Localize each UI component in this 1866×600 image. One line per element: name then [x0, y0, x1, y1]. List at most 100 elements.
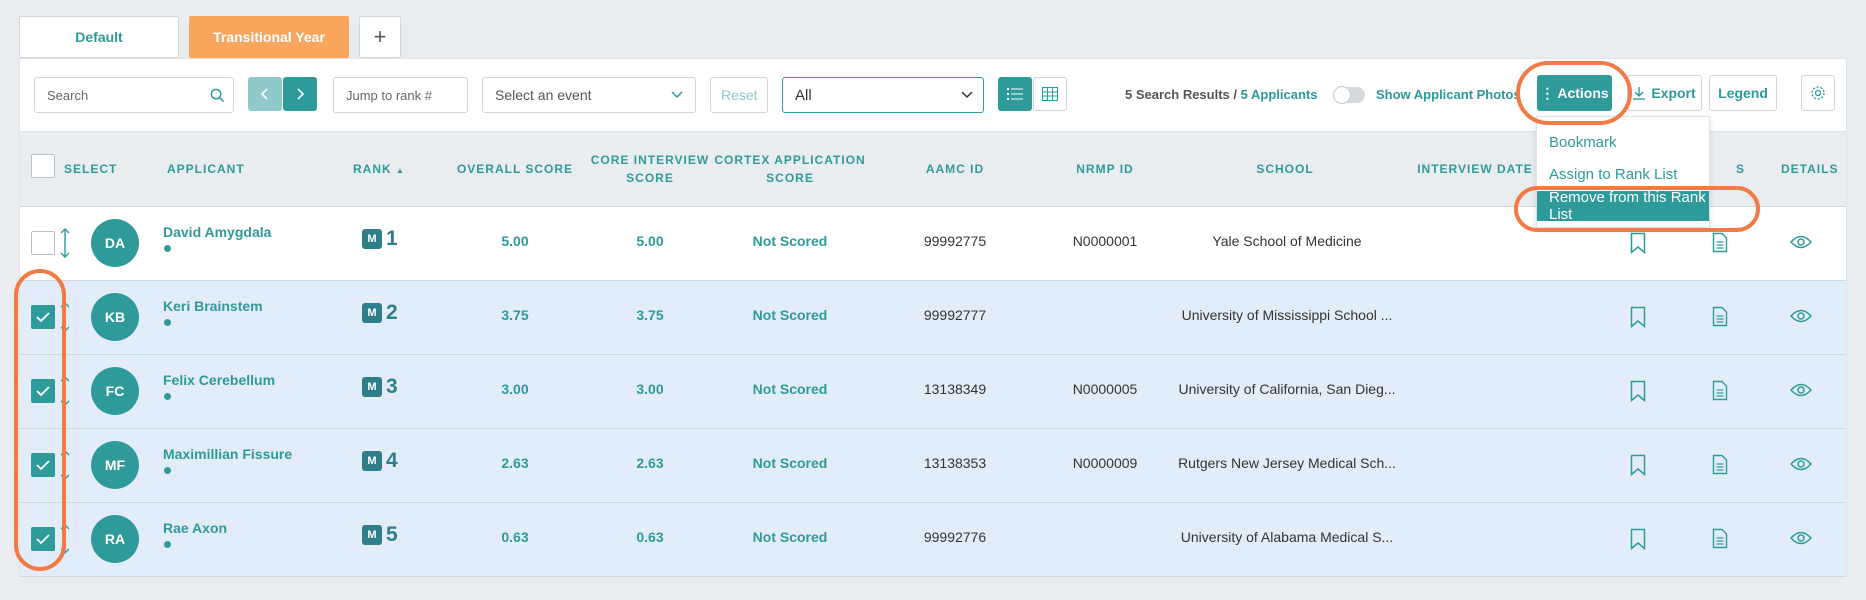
column-header-school[interactable]: SCHOOL	[1190, 160, 1380, 178]
column-header-notes: S	[1736, 162, 1746, 176]
match-badge: M	[362, 229, 382, 249]
core-interview-score: 2.63	[636, 455, 664, 471]
event-select[interactable]: Select an event	[482, 77, 696, 113]
cortex-score: Not Scored	[752, 529, 828, 545]
core-interview-score: 3.00	[636, 381, 664, 397]
document-icon[interactable]	[1712, 380, 1728, 401]
table-row[interactable]: FC Felix Cerebellum M 3 3.00 3.00 Not Sc…	[20, 355, 1846, 429]
search-icon	[210, 88, 225, 103]
column-header-cortex-score[interactable]: CORTEX APPLICATION SCORE	[710, 151, 870, 187]
show-photos-toggle[interactable]	[1333, 86, 1365, 104]
nrmp-id: N0000009	[1072, 455, 1138, 471]
settings-button[interactable]	[1801, 75, 1835, 111]
column-header-interview-date[interactable]: INTERVIEW DATE	[1400, 160, 1550, 178]
match-badge: M	[362, 525, 382, 545]
table-row[interactable]: MF Maximillian Fissure M 4 2.63 2.63 Not…	[20, 429, 1846, 503]
column-header-overall-score[interactable]: OVERALL SCORE	[450, 160, 580, 178]
column-header-details: DETAILS	[1781, 162, 1839, 176]
eye-icon[interactable]	[1790, 457, 1812, 471]
tab-transitional-year[interactable]: Transitional Year	[189, 16, 349, 58]
rank-number: 4	[386, 449, 398, 472]
rank-number: 2	[386, 301, 398, 324]
eye-icon[interactable]	[1790, 531, 1812, 545]
bookmark-icon[interactable]	[1630, 380, 1646, 402]
reset-button[interactable]: Reset	[710, 77, 768, 113]
core-interview-score: 0.63	[636, 529, 664, 545]
table-row[interactable]: RA Rae Axon M 5 0.63 0.63 Not Scored 999…	[20, 503, 1846, 577]
jump-to-rank-input[interactable]: Jump to rank #	[333, 77, 468, 113]
eye-icon[interactable]	[1790, 383, 1812, 397]
menu-item-bookmark[interactable]: Bookmark	[1537, 127, 1709, 157]
avatar: FC	[91, 367, 139, 415]
highlight-ring-actions	[1516, 61, 1632, 125]
column-header-aamc-id[interactable]: AAMC ID	[890, 160, 1020, 178]
highlight-ring-remove	[1514, 186, 1760, 232]
select-all-checkbox[interactable]	[31, 154, 55, 178]
applicants-link[interactable]: 5 Applicants	[1241, 87, 1318, 102]
overall-score: 2.63	[501, 455, 529, 471]
next-page-button[interactable]	[283, 77, 317, 111]
core-interview-score: 5.00	[636, 233, 664, 249]
filter-select[interactable]: All	[782, 77, 984, 113]
search-input[interactable]: Search	[34, 77, 234, 113]
match-badge: M	[362, 303, 382, 323]
school-name: University of Mississippi School ...	[1181, 307, 1393, 323]
chevron-down-icon	[671, 91, 683, 99]
avatar: DA	[91, 219, 139, 267]
applicant-name[interactable]: David Amygdala	[163, 224, 271, 240]
school-name: University of Alabama Medical S...	[1180, 529, 1394, 545]
cortex-line1: CORTEX APPLICATION	[714, 153, 866, 167]
document-icon[interactable]	[1712, 454, 1728, 475]
cortex-score: Not Scored	[752, 381, 828, 397]
prev-page-button[interactable]	[248, 77, 282, 111]
bookmark-icon[interactable]	[1630, 454, 1646, 476]
rank-number: 3	[386, 375, 398, 398]
column-header-core-interview-score[interactable]: CORE INTERVIEW SCORE	[580, 151, 720, 187]
document-icon[interactable]	[1712, 232, 1728, 253]
column-header-nrmp-id[interactable]: NRMP ID	[1040, 160, 1170, 178]
show-photos-label[interactable]: Show Applicant Photos	[1376, 87, 1532, 102]
applicant-name[interactable]: Keri Brainstem	[163, 298, 263, 314]
aamc-id: 99992777	[923, 307, 987, 323]
status-dot	[164, 319, 171, 326]
list-view-button[interactable]	[998, 77, 1032, 111]
cortex-score: Not Scored	[752, 233, 828, 249]
match-badge: M	[362, 451, 382, 471]
list-icon	[1007, 88, 1023, 100]
chevron-right-icon	[297, 88, 305, 100]
avatar: MF	[91, 441, 139, 489]
chevron-left-icon	[260, 88, 268, 100]
avatar: RA	[91, 515, 139, 563]
applicant-name[interactable]: Rae Axon	[163, 520, 227, 536]
document-icon[interactable]	[1712, 306, 1728, 327]
export-button[interactable]: Export	[1627, 75, 1702, 111]
overall-score: 3.75	[501, 307, 529, 323]
chevron-down-icon	[961, 91, 973, 99]
grid-view-button[interactable]	[1033, 77, 1067, 111]
legend-button[interactable]: Legend	[1709, 75, 1777, 111]
aamc-id: 99992775	[923, 233, 987, 249]
jump-to-rank-placeholder: Jump to rank #	[346, 87, 432, 103]
rank-number: 5	[386, 523, 398, 546]
bookmark-icon[interactable]	[1630, 306, 1646, 328]
eye-icon[interactable]	[1790, 309, 1812, 323]
nrmp-id: N0000005	[1072, 381, 1138, 397]
reset-label: Reset	[721, 87, 758, 103]
bookmark-icon[interactable]	[1630, 232, 1646, 254]
applicant-name[interactable]: Felix Cerebellum	[163, 372, 275, 388]
rank-number: 1	[386, 227, 398, 250]
bookmark-icon[interactable]	[1630, 528, 1646, 550]
applicant-name[interactable]: Maximillian Fissure	[163, 446, 292, 462]
document-icon[interactable]	[1712, 528, 1728, 549]
nrmp-id: N0000001	[1072, 233, 1138, 249]
drag-handle-icon[interactable]	[59, 227, 71, 259]
sort-up-icon: ▲	[396, 166, 405, 175]
menu-item-assign-to-rank-list[interactable]: Assign to Rank List	[1537, 159, 1709, 189]
row-checkbox[interactable]	[31, 231, 55, 255]
eye-icon[interactable]	[1790, 235, 1812, 249]
add-tab-button[interactable]: +	[359, 16, 401, 58]
table-row[interactable]: KB Keri Brainstem M 2 3.75 3.75 Not Scor…	[20, 281, 1846, 355]
tab-default[interactable]: Default	[19, 16, 179, 58]
column-header-applicant[interactable]: APPLICANT	[167, 160, 245, 178]
column-header-rank[interactable]: RANK ▲	[353, 160, 405, 180]
